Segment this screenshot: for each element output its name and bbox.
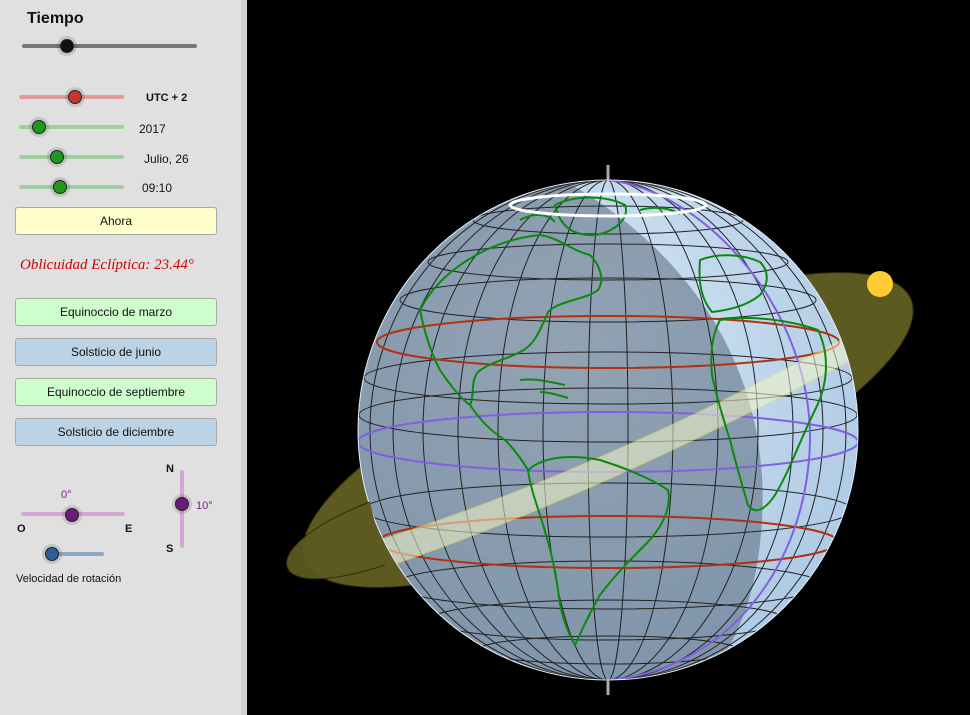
- vertical-angle-label: 10°: [196, 500, 213, 512]
- time-slider-track[interactable]: [22, 44, 197, 48]
- hour-slider-handle[interactable]: [53, 180, 67, 194]
- hour-slider-track[interactable]: [19, 185, 124, 189]
- east-label: E: [125, 523, 133, 535]
- september-equinox-button[interactable]: Equinoccio de septiembre: [15, 378, 217, 406]
- control-panel: Tiempo UTC + 2 2017 Julio, 26 09:10 Ahor…: [0, 0, 241, 715]
- rotation-speed-slider-handle[interactable]: [45, 547, 59, 561]
- date-label: Julio, 26: [144, 152, 189, 166]
- west-label: O: [17, 523, 26, 535]
- time-slider-handle[interactable]: [60, 39, 74, 53]
- north-label: N: [166, 463, 174, 475]
- june-solstice-button[interactable]: Solsticio de junio: [15, 338, 217, 366]
- rotation-speed-label: Velocidad de rotación: [16, 573, 122, 585]
- globe-canvas[interactable]: [247, 0, 970, 715]
- south-label: S: [166, 543, 174, 555]
- year-label: 2017: [139, 122, 166, 136]
- horizontal-view-slider-handle[interactable]: [65, 508, 79, 522]
- vertical-view-slider-handle[interactable]: [175, 497, 189, 511]
- hour-label: 09:10: [142, 181, 173, 195]
- time-title: Tiempo: [27, 10, 84, 27]
- now-button[interactable]: Ahora: [15, 207, 217, 235]
- date-slider-track[interactable]: [19, 155, 124, 159]
- globe-3d-view[interactable]: [247, 0, 970, 715]
- timezone-label: UTC + 2: [146, 92, 188, 104]
- year-slider-handle[interactable]: [32, 120, 46, 134]
- obliquity-text: Oblicuidad Eclíptica: 23.44°: [20, 257, 194, 273]
- march-equinox-button[interactable]: Equinoccio de marzo: [15, 298, 217, 326]
- horizontal-angle-label: 0°: [61, 489, 72, 501]
- december-solstice-button[interactable]: Solsticio de diciembre: [15, 418, 217, 446]
- timezone-slider-handle[interactable]: [68, 90, 82, 104]
- sun: [867, 271, 893, 297]
- date-slider-handle[interactable]: [50, 150, 64, 164]
